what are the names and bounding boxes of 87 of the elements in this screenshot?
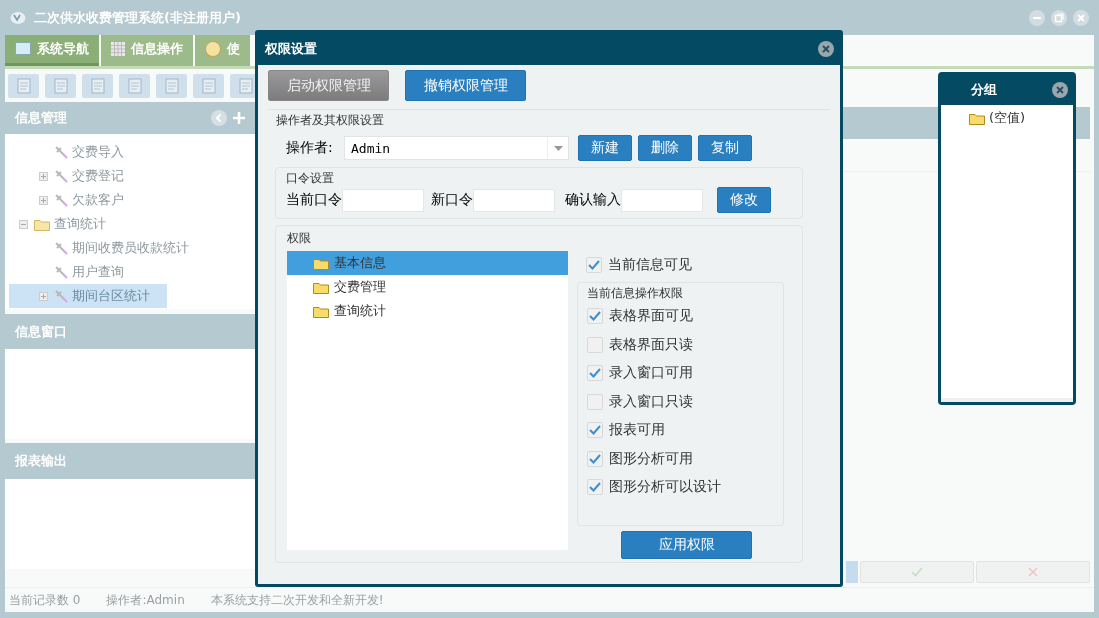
folder-icon: [313, 256, 329, 270]
close-icon[interactable]: [818, 41, 834, 57]
dialog-title: 权限设置: [265, 40, 317, 58]
folder-icon: [34, 217, 50, 231]
wand-icon: [54, 265, 68, 279]
plus-box-icon[interactable]: [39, 195, 48, 205]
help-icon: [205, 41, 221, 57]
action-button[interactable]: 复制: [698, 135, 752, 161]
panel-title: 报表输出: [15, 452, 68, 470]
modify-button[interactable]: 修改: [717, 187, 771, 213]
checkbox-label: 报表可用: [609, 421, 665, 440]
field-label: 新口令: [431, 191, 473, 209]
status-text: 本系统支持二次开发和全新开发!: [210, 591, 384, 609]
action-button[interactable]: 撤销权限管理: [405, 70, 526, 101]
wand-icon: [54, 145, 68, 159]
checkbox[interactable]: [587, 308, 603, 325]
panel-title: 信息管理: [15, 109, 68, 127]
grid-button[interactable]: [846, 561, 858, 583]
tree-item[interactable]: (空值): [941, 109, 1073, 127]
tree-item[interactable]: 交费登记: [5, 164, 255, 188]
checkbox-label: 表格界面可见: [609, 307, 693, 326]
checkbox-label: 图形分析可用: [609, 449, 693, 468]
status-text: 操作者:Admin: [106, 591, 185, 609]
nav-tab[interactable]: 系统导航: [5, 35, 99, 66]
window-title: 二次供水收费管理系统(非注册用户): [34, 8, 241, 27]
cross-icon: [1028, 567, 1038, 577]
tree-item[interactable]: 查询统计: [287, 299, 568, 323]
panel-title: 分组: [971, 81, 997, 99]
field-label: 操作者:: [286, 139, 334, 157]
confirm-button[interactable]: [860, 561, 974, 583]
plus-box-icon[interactable]: [39, 291, 48, 301]
checkbox[interactable]: [587, 422, 603, 439]
tree-item[interactable]: 期间收费员收款统计: [5, 236, 255, 260]
app-logo-icon: [10, 10, 26, 25]
cancel-button[interactable]: [976, 561, 1090, 583]
restore-icon[interactable]: [1051, 9, 1067, 26]
password-field[interactable]: [473, 188, 555, 212]
operator-dropdown[interactable]: Admin: [344, 136, 569, 160]
checkbox[interactable]: [587, 393, 603, 410]
caret-icon: [553, 145, 563, 151]
tree-item[interactable]: 欠款客户: [5, 188, 255, 212]
field-label: 当前口令: [286, 191, 342, 209]
checkbox[interactable]: [586, 257, 602, 273]
document-icon: [89, 77, 106, 94]
status-text: 当前记录数 0: [9, 591, 81, 609]
folder-icon: [313, 304, 329, 318]
field-label: 确认输入: [565, 191, 621, 209]
tree-item[interactable]: 查询统计: [5, 212, 255, 236]
checkbox-label: 图形分析可以设计: [609, 478, 721, 497]
action-button[interactable]: 删除: [638, 135, 692, 161]
checkbox-label: 录入窗口只读: [609, 392, 693, 411]
checkbox[interactable]: [587, 450, 603, 467]
password-field[interactable]: [342, 188, 424, 212]
panel-title: 信息窗口: [15, 322, 68, 341]
wand-icon: [54, 241, 68, 255]
checkbox[interactable]: [587, 479, 603, 496]
checkbox-label: 当前信息可见: [608, 256, 692, 274]
section-label: 当前信息操作权限: [587, 285, 684, 302]
section-label: 操作者及其权限设置: [276, 112, 385, 129]
section-label: 口令设置: [286, 170, 335, 187]
checkbox[interactable]: [587, 365, 603, 382]
checkbox-label: 表格界面只读: [609, 335, 693, 354]
tree-item[interactable]: 用户查询: [5, 260, 255, 284]
tree-item[interactable]: 交费管理: [287, 275, 568, 299]
grid-icon: [111, 42, 125, 56]
checkbox[interactable]: [587, 336, 603, 353]
plus-box-icon[interactable]: [39, 171, 48, 181]
tree-item[interactable]: 基本信息: [287, 251, 568, 275]
add-icon[interactable]: [233, 112, 245, 124]
section-label: 权限: [287, 230, 312, 247]
tree-item[interactable]: 期间台区统计: [9, 284, 167, 308]
close-icon[interactable]: [1073, 9, 1089, 26]
apply-button[interactable]: 应用权限: [621, 531, 752, 559]
close-icon[interactable]: [1052, 82, 1068, 98]
tree-item[interactable]: 交费导入: [5, 140, 255, 164]
wand-icon: [54, 289, 68, 303]
minimize-icon[interactable]: [1029, 9, 1045, 26]
minus-box-icon[interactable]: [19, 219, 28, 229]
password-field[interactable]: [621, 188, 703, 212]
wand-icon: [54, 193, 68, 207]
check-icon: [911, 567, 923, 577]
action-button[interactable]: 新建: [578, 135, 632, 161]
folder-icon: [313, 280, 329, 294]
collapse-icon[interactable]: [211, 110, 227, 126]
folder-icon: [969, 111, 985, 125]
wand-icon: [54, 169, 68, 183]
checkbox-label: 录入窗口可用: [609, 364, 693, 383]
